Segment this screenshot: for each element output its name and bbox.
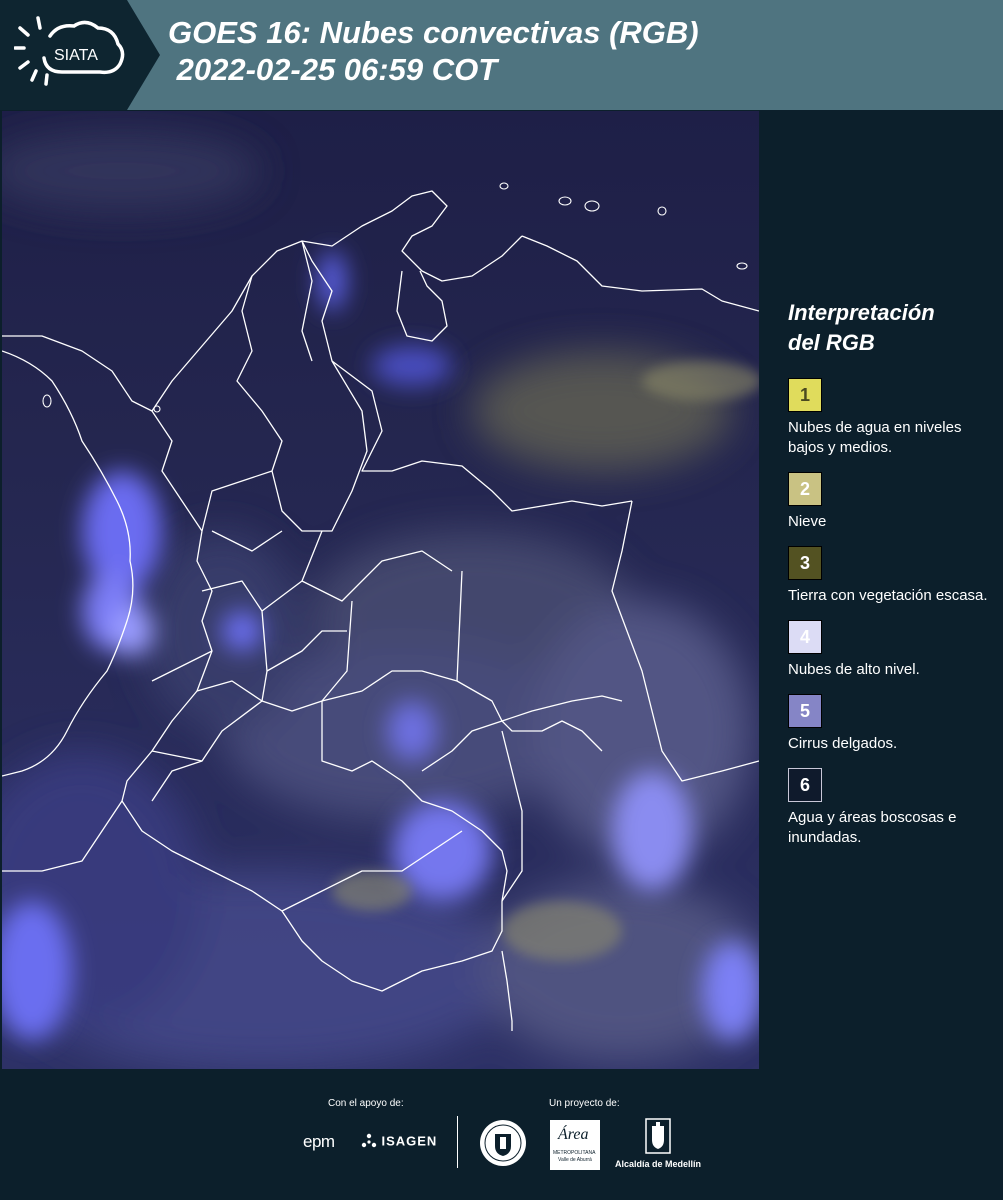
legend-item-3: 3 Tierra con vegetación escasa. xyxy=(788,546,993,606)
area-logo-sub2: Valle de Aburrá xyxy=(558,1157,592,1163)
satellite-map xyxy=(2,111,759,1069)
legend-title-line2: del RGB xyxy=(788,330,875,355)
satellite-rgb-image xyxy=(2,111,759,1069)
area-logo-name: Área xyxy=(558,1126,589,1143)
svg-text:SIATA: SIATA xyxy=(54,47,98,64)
legend-item-2: 2 Nieve xyxy=(788,472,993,532)
title-line-product: GOES 16: Nubes convectivas (RGB) xyxy=(168,15,699,50)
legend-item-5: 5 Cirrus delgados. xyxy=(788,694,993,754)
legend-items: 1 Nubes de agua en niveles bajos y medios… xyxy=(788,378,993,848)
legend-swatch-6: 6 xyxy=(788,768,822,802)
area-logo-sub1: METROPOLITANA xyxy=(553,1150,596,1156)
legend-label-4: Nubes de alto nivel. xyxy=(788,661,920,678)
alcaldia-medellin-logo: Alcaldía de Medellín xyxy=(612,1118,704,1169)
legend-swatch-2: 2 xyxy=(788,472,822,506)
alcaldia-logo-text: Alcaldía de Medellín xyxy=(614,1159,702,1169)
page-title: GOES 16: Nubes convectivas (RGB) 2022-02… xyxy=(168,14,699,88)
legend-swatch-3: 3 xyxy=(788,546,822,580)
epm-logo: epm xyxy=(303,1132,335,1152)
legend-title: Interpretación del RGB xyxy=(788,298,993,358)
legend-title-line1: Interpretación xyxy=(788,300,935,325)
legend-label-6: Agua y áreas boscosas e inundadas. xyxy=(788,809,957,846)
isagen-mark-icon xyxy=(361,1133,377,1147)
epm-logo-text: epm xyxy=(303,1132,335,1151)
alcaldia-shield-icon xyxy=(645,1118,671,1154)
legend-swatch-4: 4 xyxy=(788,620,822,654)
support-label: Con el apoyo de: xyxy=(328,1098,404,1109)
legend-swatch-5: 5 xyxy=(788,694,822,728)
legend-label-3: Tierra con vegetación escasa. xyxy=(788,587,988,604)
medellin-seal-logo xyxy=(478,1118,528,1173)
legend-item-6: 6 Agua y áreas boscosas e inundadas. xyxy=(788,768,993,848)
legend-label-5: Cirrus delgados. xyxy=(788,735,898,752)
medellin-seal-icon xyxy=(480,1120,526,1166)
legend-label-2: Nieve xyxy=(788,513,827,530)
isagen-logo: ISAGEN xyxy=(361,1132,437,1150)
isagen-logo-text: ISAGEN xyxy=(381,1133,438,1149)
project-label: Un proyecto de: xyxy=(549,1098,620,1109)
legend-swatch-1: 1 xyxy=(788,378,822,412)
area-metropolitana-logo: Área METROPOLITANA Valle de Aburrá xyxy=(550,1120,600,1170)
siata-logo-icon: SIATA xyxy=(14,16,125,86)
legend-label-1: Nubes de agua en niveles bajos y medios. xyxy=(788,419,962,456)
footer-divider xyxy=(457,1116,458,1168)
legend-item-4: 4 Nubes de alto nivel. xyxy=(788,620,993,680)
title-line-datetime: 2022-02-25 06:59 COT xyxy=(168,52,498,87)
rgb-legend: Interpretación del RGB 1 Nubes de agua en… xyxy=(788,298,993,862)
siata-logo-block: SIATA xyxy=(0,0,160,110)
legend-item-1: 1 Nubes de agua en niveles bajos y medios… xyxy=(788,378,993,458)
